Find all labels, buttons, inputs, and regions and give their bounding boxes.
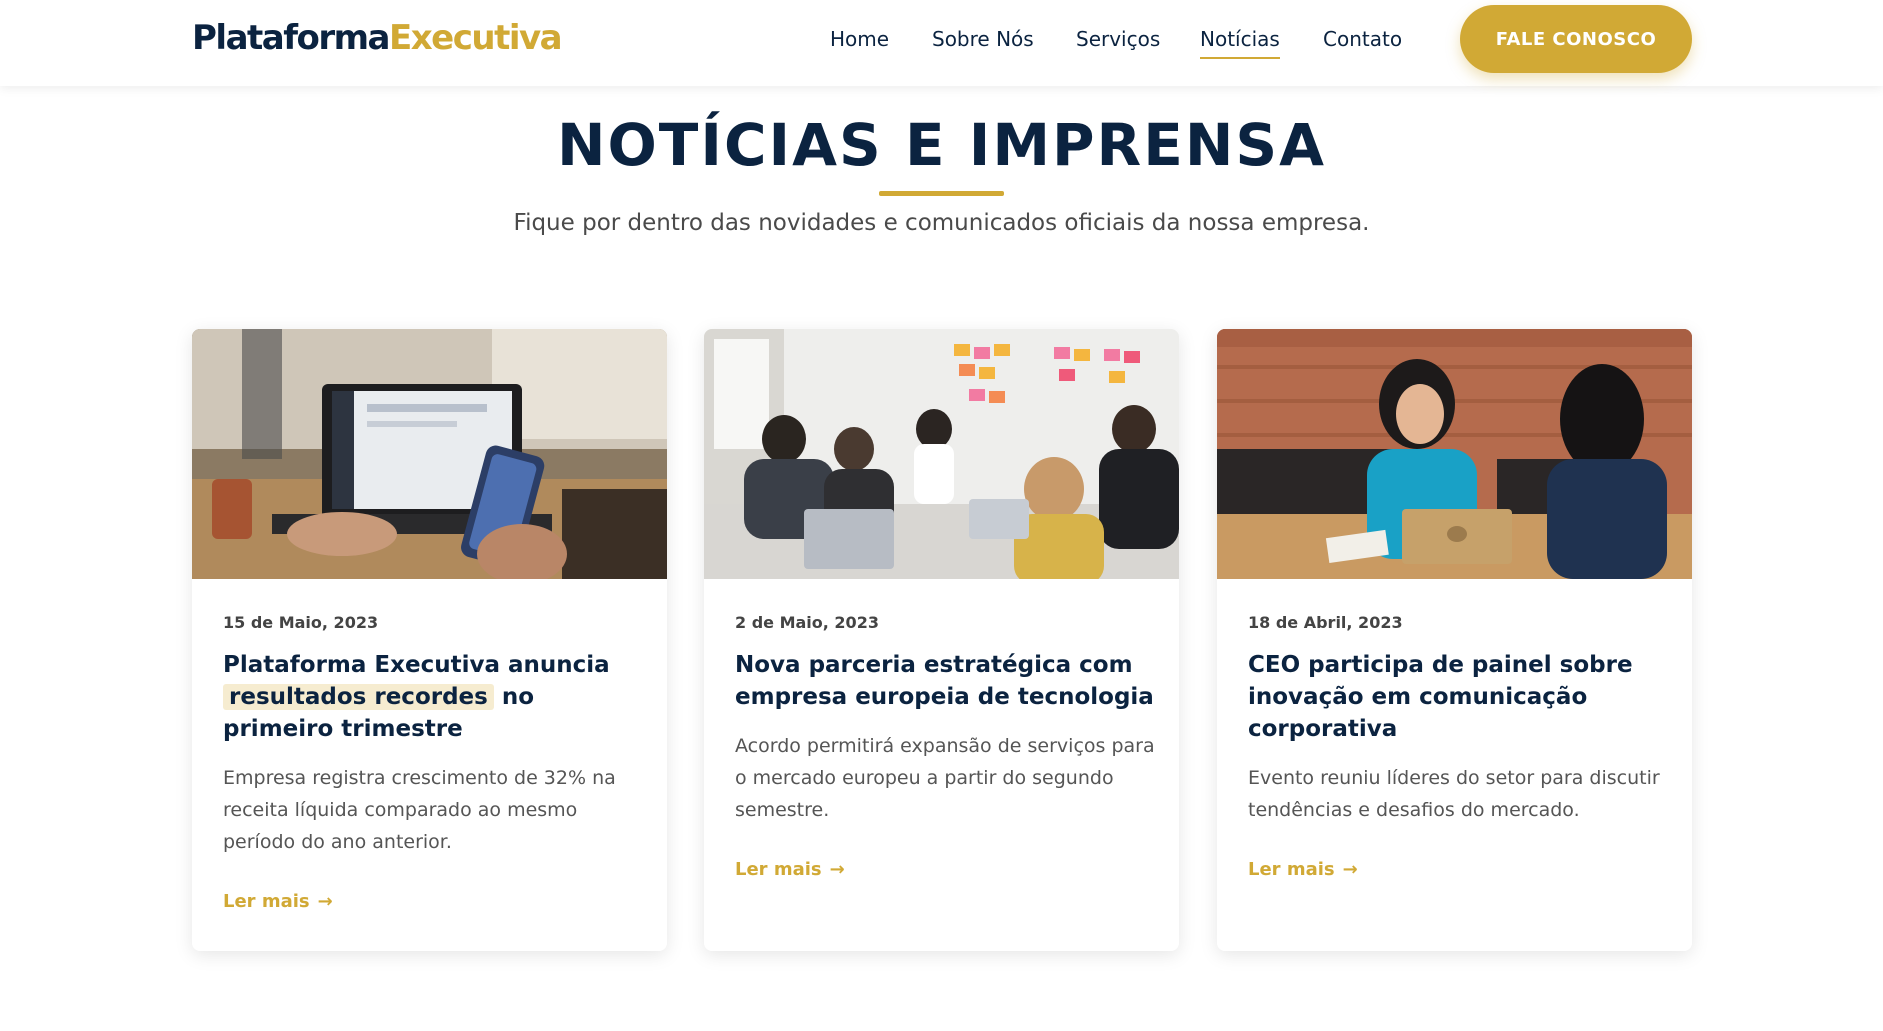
page-subtitle: Fique por dentro das novidades e comunic… xyxy=(513,210,1370,236)
news-headline[interactable]: Plataforma Executiva anuncia resultados … xyxy=(223,649,643,745)
nav-home[interactable]: Home xyxy=(830,22,889,56)
nav-sobre-nos[interactable]: Sobre Nós xyxy=(932,22,1034,56)
read-more-link[interactable]: Ler mais → xyxy=(735,859,845,880)
news-headline[interactable]: CEO participa de painel sobre inovação e… xyxy=(1248,649,1668,745)
news-image-two-women-meeting[interactable] xyxy=(1217,329,1692,579)
news-date: 2 de Maio, 2023 xyxy=(735,613,879,632)
news-headline[interactable]: Nova parceria estratégica com empresa eu… xyxy=(735,649,1155,713)
arrow-right-icon: → xyxy=(829,859,845,880)
headline-text: Plataforma Executiva anuncia xyxy=(223,652,610,678)
read-more-label: Ler mais xyxy=(223,891,310,912)
news-image-laptop-phone[interactable] xyxy=(192,329,667,579)
news-excerpt: Empresa registra crescimento de 32% na r… xyxy=(223,767,616,853)
read-more-label: Ler mais xyxy=(735,859,822,880)
site-logo[interactable]: PlataformaExecutiva xyxy=(192,18,563,58)
news-excerpt: Acordo permitirá expansão de serviços pa… xyxy=(735,735,1155,821)
arrow-right-icon: → xyxy=(317,891,333,912)
site-header: PlataformaExecutiva Home Sobre Nós Servi… xyxy=(0,0,1883,86)
news-date: 15 de Maio, 2023 xyxy=(223,613,379,632)
logo-part-2: Executiva xyxy=(389,18,563,58)
news-date: 18 de Abril, 2023 xyxy=(1248,613,1403,632)
read-more-label: Ler mais xyxy=(1248,859,1335,880)
news-card-1[interactable]: 15 de Maio, 2023 Plataforma Executiva an… xyxy=(192,329,667,951)
nav-contato[interactable]: Contato xyxy=(1323,22,1402,56)
read-more-link[interactable]: Ler mais → xyxy=(223,891,333,912)
page-title: NOTÍCIAS E IMPRENSA xyxy=(556,111,1327,179)
news-card-2[interactable]: 2 de Maio, 2023 Nova parceria estratégic… xyxy=(704,329,1179,951)
nav-servicos[interactable]: Serviços xyxy=(1076,22,1160,56)
news-excerpt: Evento reuniu líderes do setor para disc… xyxy=(1248,767,1660,821)
read-more-link[interactable]: Ler mais → xyxy=(1248,859,1358,880)
logo-part-1: Plataforma xyxy=(192,18,391,58)
headline-highlight: resultados recordes xyxy=(223,684,494,710)
news-card-3[interactable]: 18 de Abril, 2023 CEO participa de paine… xyxy=(1217,329,1692,951)
news-image-meeting-sticky-notes[interactable] xyxy=(704,329,1179,579)
arrow-right-icon: → xyxy=(1342,859,1358,880)
title-underline xyxy=(879,191,1004,196)
nav-noticias[interactable]: Notícias xyxy=(1200,22,1280,59)
fale-conosco-button[interactable]: FALE CONOSCO xyxy=(1460,5,1692,73)
